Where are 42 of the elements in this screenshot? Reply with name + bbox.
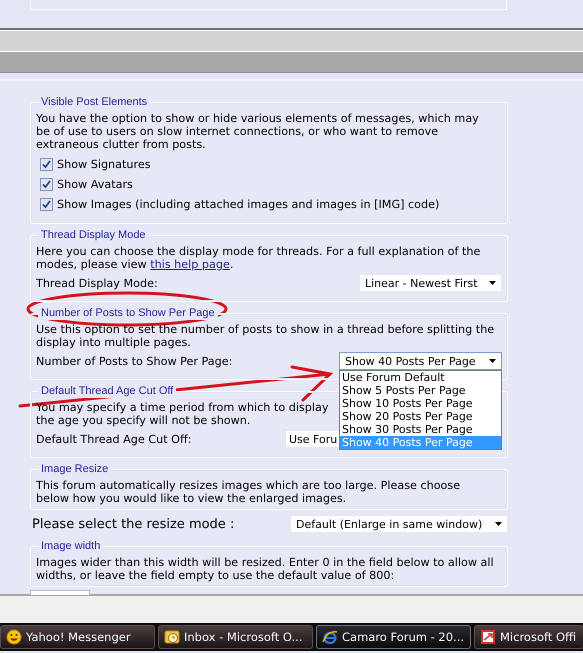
clock-envelope-icon bbox=[164, 629, 180, 645]
checkbox[interactable] bbox=[40, 178, 53, 190]
taskbar-button[interactable]: Microsoft Offi bbox=[474, 625, 583, 649]
group-title: Thread Display Mode bbox=[38, 229, 149, 242]
description-text: You may specify a time period from which to display the age you specify will not be shown. bbox=[36, 401, 328, 427]
taskbar-button[interactable]: Camaro Forum - 20... bbox=[316, 625, 471, 649]
description-text: Here you can choose the display mode for threads. For a full explanation of the modes, please view this help page. bbox=[36, 245, 480, 271]
checkbox[interactable] bbox=[40, 158, 53, 170]
group-title: Default Thread Age Cut Off bbox=[38, 385, 176, 398]
field-label: Number of Posts to Show Per Page: bbox=[36, 354, 232, 368]
caret-icon bbox=[489, 359, 496, 363]
caret-icon bbox=[495, 522, 502, 526]
group-title: Number of Posts to Show Per Page bbox=[38, 307, 218, 320]
dropdown-option[interactable]: Show 30 Posts Per Page bbox=[340, 423, 501, 436]
input-field[interactable] bbox=[30, 590, 90, 595]
taskbar-button[interactable]: Inbox - Microsoft O... bbox=[158, 625, 313, 649]
group-title: Image width bbox=[38, 540, 104, 553]
document-icon bbox=[480, 629, 496, 645]
checkbox-label: Show Images (including attached images and images in [IMG] code) bbox=[57, 198, 440, 210]
smiley-icon bbox=[6, 629, 22, 645]
taskbar-button[interactable]: Yahoo! Messenger bbox=[0, 625, 155, 649]
checkbox[interactable] bbox=[40, 198, 53, 210]
globe-icon bbox=[322, 629, 338, 645]
description-text: Use this option to set the number of posts to show in a thread before splitting the display into multiple pages. bbox=[36, 323, 494, 349]
dropdown[interactable]: Default (Enlarge in same window) bbox=[290, 515, 508, 533]
field-label: Thread Display Mode: bbox=[36, 276, 158, 290]
dropdown-option[interactable]: Use Forum Default bbox=[340, 371, 501, 384]
group-title: Image Resize bbox=[38, 463, 112, 476]
dropdown-option[interactable]: Show 20 Posts Per Page bbox=[340, 410, 501, 423]
field-label: Please select the resize mode : bbox=[32, 516, 234, 532]
dropdown[interactable]: Linear - Newest First bbox=[359, 274, 502, 292]
dropdown-option[interactable]: Show 5 Posts Per Page bbox=[340, 384, 501, 397]
checkbox-label: Show Signatures bbox=[57, 158, 151, 170]
description-text: You have the option to show or hide various elements of messages, which may be of use to users on slow internet connections, or who want to remove extraneous clutter from posts. bbox=[36, 112, 479, 151]
description-text: This forum automatically resizes images which are too large. Please choose below how you would like to view the enlarged images. bbox=[36, 479, 460, 505]
field-label: Default Thread Age Cut Off: bbox=[36, 432, 192, 446]
dropdown-option[interactable]: Show 10 Posts Per Page bbox=[340, 397, 501, 410]
caret-icon bbox=[489, 281, 496, 285]
description-text: Images wider than this width will be resized. Enter 0 in the field below to allow all widths, or leave the field empty to use the default value of 800: bbox=[36, 556, 494, 582]
checkbox-label: Show Avatars bbox=[57, 178, 133, 190]
help-link[interactable]: this help page bbox=[150, 258, 230, 271]
dropdown[interactable]: Show 40 Posts Per Page bbox=[339, 352, 502, 370]
